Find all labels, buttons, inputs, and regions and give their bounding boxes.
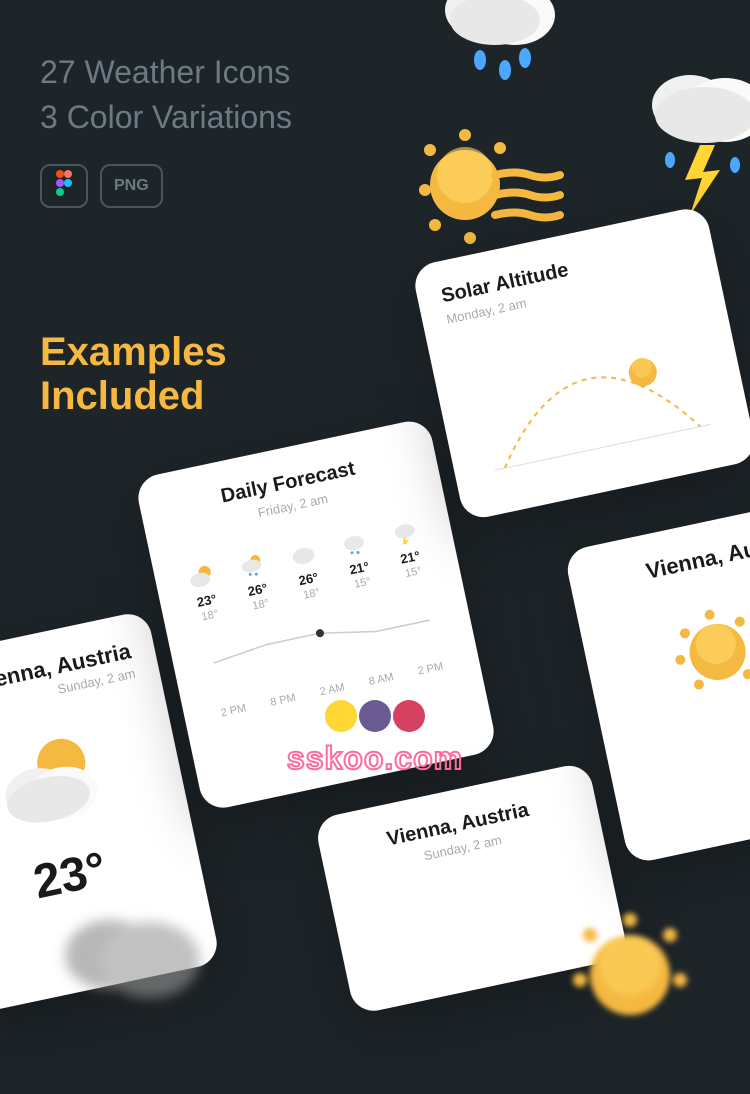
face-icon <box>393 700 425 732</box>
png-label: PNG <box>114 177 149 195</box>
temp-hi: 21° <box>348 559 370 578</box>
rain-cloud-icon <box>430 0 570 95</box>
face-icon <box>359 700 391 732</box>
blurred-cloud-icon <box>40 895 220 1040</box>
storm-cloud-icon <box>630 60 750 225</box>
watermark-text: sskoo.com <box>287 740 463 777</box>
png-badge: PNG <box>100 164 163 208</box>
rain-icon <box>338 529 370 558</box>
header-line-1: 27 Weather Icons <box>40 50 292 95</box>
header-line-2: 3 Color Variations <box>40 95 292 140</box>
temp-lo: 15° <box>404 565 423 580</box>
format-badges: PNG <box>40 164 292 208</box>
time-label: 2 AM <box>319 681 346 698</box>
temp-hi: 26° <box>297 570 319 589</box>
sun-wind-icon <box>410 120 570 255</box>
watermark-faces <box>325 700 425 732</box>
forecast-item: 26° 18° <box>236 550 276 614</box>
storm-icon <box>389 518 421 547</box>
partly-cloudy-icon <box>0 719 119 842</box>
face-icon <box>325 700 357 732</box>
forecast-item: 23° 18° <box>185 561 225 625</box>
temp-hi: 26° <box>246 580 268 599</box>
time-label: 8 AM <box>368 671 395 688</box>
cloudy-icon <box>287 539 319 568</box>
blurred-sun-icon <box>550 895 710 1040</box>
forecast-item: 26° 18° <box>287 539 327 603</box>
figma-icon <box>54 169 74 202</box>
partly-cloudy-icon <box>185 561 217 590</box>
temp-hi: 23° <box>196 591 218 610</box>
rain-icon <box>236 550 268 579</box>
forecast-item: 21° 15° <box>338 529 378 593</box>
solar-arc-chart <box>454 304 730 493</box>
time-label: 2 PM <box>417 660 445 677</box>
temp-lo: 18° <box>201 608 220 623</box>
temp-lo: 18° <box>251 597 270 612</box>
location-label: Vienna, Austria <box>592 526 750 596</box>
time-label: 8 PM <box>269 692 297 709</box>
temp-lo: 15° <box>353 576 372 591</box>
temp-lo: 18° <box>302 586 321 601</box>
time-label: 2 PM <box>220 702 248 719</box>
sun-icon <box>658 593 750 712</box>
figma-badge <box>40 164 88 208</box>
temp-hi: 21° <box>399 548 421 567</box>
promo-header: 27 Weather Icons 3 Color Variations PNG <box>40 50 292 208</box>
forecast-item: 21° 15° <box>389 518 429 582</box>
